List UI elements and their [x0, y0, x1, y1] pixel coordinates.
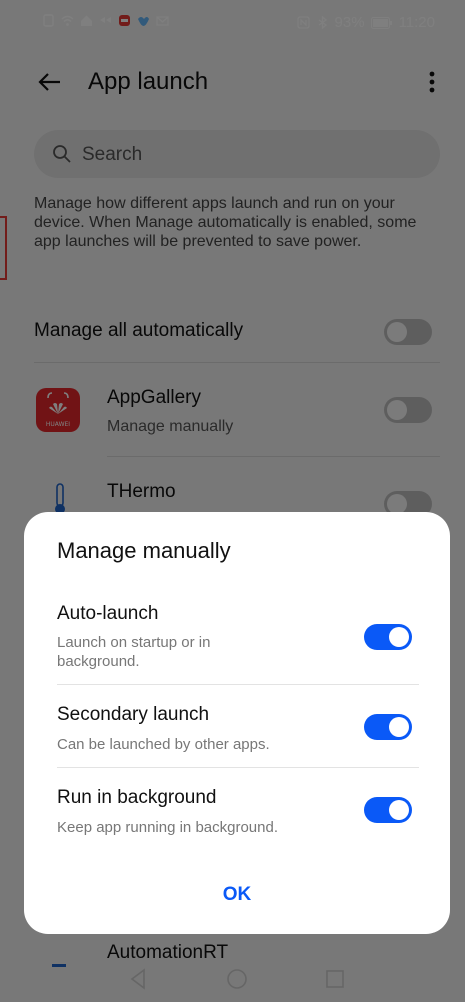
back-triangle-icon[interactable] — [124, 964, 154, 994]
recents-square-icon[interactable] — [320, 964, 350, 994]
auto-launch-toggle[interactable] — [364, 624, 412, 650]
dialog-title: Manage manually — [57, 538, 231, 563]
option-subtitle: Can be launched by other apps. — [57, 736, 270, 753]
ok-button[interactable]: OK — [24, 884, 450, 906]
divider — [57, 767, 419, 768]
option-subtitle: Launch on startup or in background. — [57, 634, 211, 670]
navigation-bar — [0, 956, 465, 1002]
run-in-background-toggle[interactable] — [364, 797, 412, 823]
secondary-launch-toggle[interactable] — [364, 714, 412, 740]
option-subtitle: Keep app running in background. — [57, 819, 279, 836]
divider — [57, 684, 419, 685]
option-title: Secondary launch — [57, 704, 210, 725]
option-title: Auto-launch — [57, 603, 159, 624]
option-title: Run in background — [57, 787, 217, 808]
manage-manually-dialog: Manage manually Auto-launch Launch on st… — [24, 512, 450, 934]
home-circle-icon[interactable] — [222, 964, 252, 994]
